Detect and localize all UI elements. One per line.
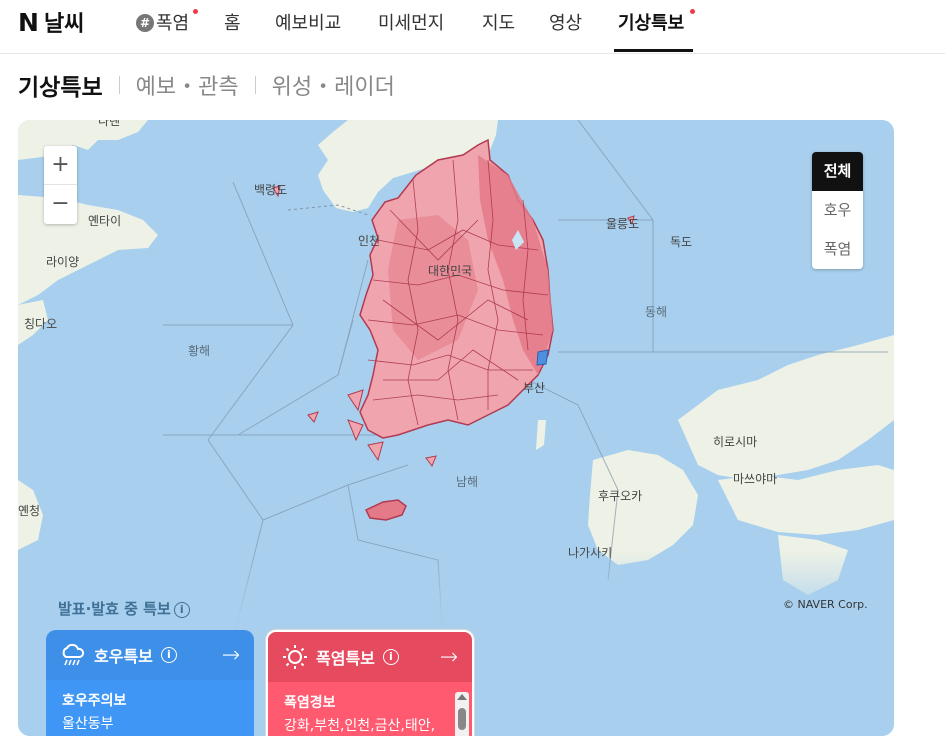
subtab-forecast-observation[interactable]: 예보・관측: [136, 69, 239, 101]
scroll-up-icon[interactable]: [457, 694, 467, 700]
nav-item-heatwave[interactable]: # 폭염: [136, 9, 189, 35]
card-header: 폭염특보 i →: [268, 632, 472, 682]
filter-all[interactable]: 전체: [812, 152, 863, 191]
service-name: 날씨: [43, 12, 85, 37]
sea-yellow: 황해: [188, 344, 211, 358]
rain-cloud-icon: [62, 643, 85, 666]
page-title[interactable]: 기상특보: [18, 68, 103, 102]
place-baengnyeongdo: 백령도: [254, 183, 288, 197]
arrow-right-icon[interactable]: →: [222, 643, 240, 668]
zoom-in-button[interactable]: +: [44, 146, 77, 185]
place-fukuoka: 후쿠오카: [598, 489, 643, 503]
place-hiroshima: 히로시마: [713, 435, 758, 449]
info-icon[interactable]: i: [160, 647, 177, 663]
place-incheon: 인천: [358, 234, 381, 248]
warning-regions: 강화,부천,인천,금산,태안,: [284, 718, 436, 734]
sea-east: 동해: [645, 305, 668, 319]
active-tab-indicator: [614, 49, 693, 52]
warning-type-filter: 전체 호우 폭염: [812, 152, 863, 269]
scrollbar[interactable]: [455, 692, 469, 736]
panel-title-text: 발표·발효 중 특보: [58, 600, 171, 618]
card-title: 폭염특보: [316, 649, 375, 668]
info-icon[interactable]: i: [173, 602, 190, 618]
subtab-satellite-radar[interactable]: 위성・레이더: [272, 69, 395, 101]
sun-icon: [283, 645, 307, 669]
nav-item-label: 폭염: [156, 13, 190, 34]
place-laiyang: 라이양: [46, 255, 80, 269]
filter-heavy-rain[interactable]: 호우: [812, 191, 863, 230]
divider: [254, 76, 256, 94]
active-warnings-title: 발표·발효 중 특보 i: [58, 598, 190, 619]
new-dot-icon: [690, 9, 695, 14]
place-dokdo: 독도: [670, 235, 693, 249]
divider: [118, 76, 120, 94]
zoom-out-button[interactable]: −: [44, 185, 77, 224]
nav-item-forecast-compare[interactable]: 예보비교: [275, 9, 341, 35]
heatwave-warning-area: [272, 138, 635, 521]
card-body: 호우주의보 울산동부: [46, 680, 254, 736]
zoom-control: + −: [44, 146, 77, 224]
info-icon[interactable]: i: [382, 649, 399, 665]
place-yancheng: 옌청: [18, 504, 41, 518]
nav-item-map[interactable]: 지도: [482, 9, 515, 35]
arrow-right-icon[interactable]: →: [440, 645, 458, 670]
naver-weather-logo[interactable]: N 날씨: [18, 6, 84, 38]
map-copyright: © NAVER Corp.: [783, 598, 868, 611]
place-busan: 부산: [523, 381, 546, 395]
nav-item-weather-warning[interactable]: 기상특보: [618, 9, 684, 35]
heavy-rain-warning-card[interactable]: 호우특보 i → 호우주의보 울산동부: [46, 630, 254, 736]
card-title: 호우특보: [94, 647, 153, 666]
filter-heatwave[interactable]: 폭염: [812, 230, 863, 269]
place-daehanminguk: 대한민국: [428, 264, 473, 278]
place-qingdao: 칭다오: [24, 317, 58, 331]
nav-item-home[interactable]: 홈: [224, 9, 241, 35]
warning-regions: 울산동부: [62, 716, 114, 732]
nav-item-fine-dust[interactable]: 미세먼지: [378, 9, 444, 35]
naver-n-logo: N: [18, 7, 39, 37]
top-navigation: N 날씨 # 폭염 홈 예보비교 미세먼지 지도 영상 기상특보: [0, 0, 945, 54]
place-dalian: 다롄: [98, 120, 121, 128]
heatwave-warning-card[interactable]: 폭염특보 i → 폭염경보 강화,부천,인천,금산,태안,: [266, 630, 474, 736]
new-dot-icon: [193, 9, 198, 14]
nav-item-video[interactable]: 영상: [549, 9, 582, 35]
weather-warning-map[interactable]: 다롄 백령도 옌타이 라이양 칭다오 인천 대한민국 울릉도 독도 부산 히로시…: [18, 120, 894, 736]
warning-level: 호우주의보: [62, 693, 127, 709]
place-matsuyama: 마쓰야마: [733, 472, 778, 486]
place-yantai: 옌타이: [88, 214, 122, 228]
hashtag-icon: #: [136, 14, 154, 32]
warning-level: 폭염경보: [284, 695, 336, 711]
card-body: 폭염경보 강화,부천,인천,금산,태안,: [268, 682, 472, 736]
scroll-thumb[interactable]: [458, 708, 466, 730]
sub-navigation: 기상특보 예보・관측 위성・레이더: [18, 68, 395, 102]
place-ulleungdo: 울릉도: [606, 217, 640, 231]
card-header: 호우특보 i →: [46, 630, 254, 680]
sea-south: 남해: [456, 475, 479, 489]
